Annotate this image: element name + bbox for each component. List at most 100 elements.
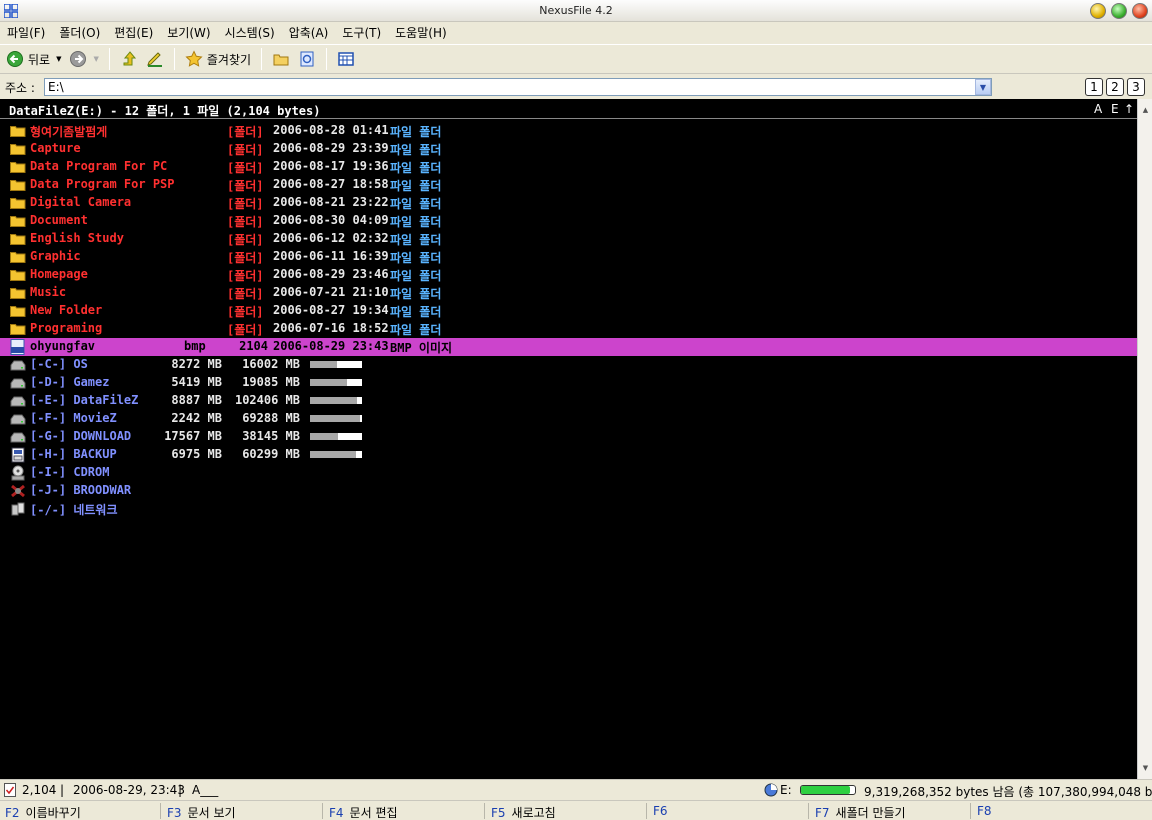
drive-label: [-D-] Gamez [30, 375, 110, 389]
folder-tag: [폴더] [227, 125, 264, 139]
folder-tag: [폴더] [227, 215, 264, 229]
title-bar[interactable]: NexusFile 4.2 [0, 0, 1152, 22]
folder-date: 2006-06-12 02:32 [273, 231, 389, 245]
minimize-button[interactable] [1090, 3, 1106, 19]
toolbar-separator [326, 48, 328, 70]
maximize-button[interactable] [1111, 3, 1127, 19]
fkey-f7[interactable]: F7 새폴더 만들기 [815, 804, 906, 820]
drive-used: 8272 MB [171, 357, 222, 371]
folder-row[interactable]: Document [폴더] 2006-08-30 04:09 파일 폴더 [0, 212, 1137, 230]
calendar-button[interactable] [333, 47, 359, 71]
drive-total: 102406 MB [234, 393, 300, 407]
folder-row[interactable]: Digital Camera [폴더] 2006-08-21 23:22 파일 폴더 [0, 194, 1137, 212]
scroll-up-icon[interactable]: ▲ [1139, 103, 1152, 117]
back-dropdown-icon[interactable]: ▼ [56, 55, 61, 63]
folder-type: 파일 폴더 [390, 251, 442, 265]
drive-label: [-/-] 네트워크 [30, 503, 118, 517]
sort-by-name[interactable]: A [1094, 102, 1102, 116]
refresh-button[interactable] [294, 47, 320, 71]
folder-row[interactable]: Music [폴더] 2006-07-21 21:10 파일 폴더 [0, 284, 1137, 302]
address-dropdown-icon[interactable]: ▼ [975, 79, 991, 95]
menu-folder[interactable]: 폴더(O) [52, 24, 107, 41]
fkey-f2[interactable]: F2 이름바꾸기 [5, 804, 81, 820]
drive-row[interactable]: [-I-] CDROM [0, 464, 1137, 482]
folder-tag: [폴더] [227, 161, 264, 175]
folder-row[interactable]: Homepage [폴더] 2006-08-29 23:46 파일 폴더 [0, 266, 1137, 284]
fkey-f5[interactable]: F5 새로고침 [491, 804, 556, 820]
function-key-bar: F2 이름바꾸기 F3 문서 보기 F4 문서 편집 F5 새로고침 F6 F7 새폴더 … [0, 800, 1152, 820]
panel-1-button[interactable]: 1 [1085, 78, 1103, 96]
status-attributes: A___ [192, 783, 219, 797]
pane-header: DataFileZ(E:) - 12 폴더, 1 파일 (2,104 bytes… [0, 99, 1137, 119]
folder-icon [10, 252, 26, 263]
forward-button[interactable]: ▼ [65, 47, 102, 71]
folder-date: 2006-08-27 19:34 [273, 303, 389, 317]
fkey-f6[interactable]: F6 [653, 804, 674, 818]
fkey-separator [808, 803, 809, 819]
file-row[interactable]: ohyungfav bmp 2104 2006-08-29 23:43 BMP 이미지 [0, 338, 1137, 356]
menu-view[interactable]: 보기(W) [160, 24, 217, 41]
drive-used: 5419 MB [171, 375, 222, 389]
menu-file[interactable]: 파일(F) [0, 24, 52, 41]
folder-type: 파일 폴더 [390, 179, 442, 193]
panel-3-button[interactable]: 3 [1127, 78, 1145, 96]
favorites-button[interactable]: 즐겨찾기 [181, 47, 255, 71]
file-list-pane[interactable]: DataFileZ(E:) - 12 폴더, 1 파일 (2,104 bytes… [0, 99, 1152, 779]
folder-row[interactable]: Programing [폴더] 2006-07-16 18:52 파일 폴더 [0, 320, 1137, 338]
forward-dropdown-icon[interactable]: ▼ [93, 55, 98, 63]
folder-row[interactable]: Data Program For PSP [폴더] 2006-08-27 18:58… [0, 176, 1137, 194]
file-type: BMP 이미지 [390, 341, 453, 355]
fkey-f3[interactable]: F3 문서 보기 [167, 804, 236, 820]
folder-row[interactable]: Capture [폴더] 2006-08-29 23:39 파일 폴더 [0, 140, 1137, 158]
folder-tag: [폴더] [227, 323, 264, 337]
fkey-f8[interactable]: F8 [977, 804, 998, 818]
address-input[interactable]: E:\ [44, 78, 992, 96]
drive-row[interactable]: [-D-] Gamez 5419 MB 19085 MB [0, 374, 1137, 392]
folder-tag: [폴더] [227, 143, 264, 157]
drive-row[interactable]: [-C-] OS 8272 MB 16002 MB [0, 356, 1137, 374]
free-space-bar [800, 785, 856, 795]
folder-type: 파일 폴더 [390, 197, 442, 211]
folder-name: Document [30, 213, 88, 227]
folder-row[interactable]: 형여기좀발펌게 [폴더] 2006-08-28 01:41 파일 폴더 [0, 122, 1137, 140]
menu-edit[interactable]: 편집(E) [107, 24, 160, 41]
folder-row[interactable]: English Study [폴더] 2006-06-12 02:32 파일 폴더 [0, 230, 1137, 248]
menu-archive[interactable]: 압축(A) [282, 24, 336, 41]
drive-usage-bar [310, 397, 362, 404]
folder-row[interactable]: New Folder [폴더] 2006-08-27 19:34 파일 폴더 [0, 302, 1137, 320]
folder-row[interactable]: Data Program For PC [폴더] 2006-08-17 19:36 파… [0, 158, 1137, 176]
menu-help[interactable]: 도움말(H) [388, 24, 454, 41]
folder-date: 2006-08-21 23:22 [273, 195, 389, 209]
drive-row[interactable]: [-H-] BACKUP 6975 MB 60299 MB [0, 446, 1137, 464]
sort-direction[interactable]: ↑ [1124, 102, 1134, 116]
edit-button[interactable] [142, 47, 168, 71]
vertical-scrollbar[interactable]: ▲ ▼ [1137, 99, 1152, 779]
up-folder-button[interactable] [116, 47, 142, 71]
file-extension: bmp [184, 339, 206, 353]
folder-name: Programing [30, 321, 103, 335]
drive-row[interactable]: [-J-] BROODWAR [0, 482, 1137, 500]
drive-row[interactable]: [-E-] DataFileZ 8887 MB 102406 MB [0, 392, 1137, 410]
menu-system[interactable]: 시스템(S) [218, 24, 282, 41]
drive-label: [-H-] BACKUP [30, 447, 117, 461]
folder-row[interactable]: Graphic [폴더] 2006-06-11 16:39 파일 폴더 [0, 248, 1137, 266]
scroll-down-icon[interactable]: ▼ [1139, 761, 1152, 775]
sort-by-extension[interactable]: E [1111, 102, 1119, 116]
close-button[interactable] [1132, 3, 1148, 19]
folder-date: 2006-07-16 18:52 [273, 321, 389, 335]
drive-label: [-E-] DataFileZ [30, 393, 139, 407]
panel-2-button[interactable]: 2 [1106, 78, 1124, 96]
fkey-f4[interactable]: F4 문서 편집 [329, 804, 398, 820]
hard-drive-icon [10, 360, 26, 371]
menu-tools[interactable]: 도구(T) [335, 24, 388, 41]
drive-usage-fill [310, 415, 361, 422]
drive-row[interactable]: [-/-] 네트워크 [0, 500, 1137, 518]
drive-row[interactable]: [-F-] MovieZ 2242 MB 69288 MB [0, 410, 1137, 428]
drive-total: 19085 MB [242, 375, 300, 389]
back-button[interactable]: 뒤로 ▼ [2, 47, 65, 71]
network-icon [11, 502, 25, 516]
drive-row[interactable]: [-G-] DOWNLOAD 17567 MB 38145 MB [0, 428, 1137, 446]
folder-icon [10, 306, 26, 317]
drive-usage-bar [310, 451, 362, 458]
copy-button[interactable] [268, 47, 294, 71]
